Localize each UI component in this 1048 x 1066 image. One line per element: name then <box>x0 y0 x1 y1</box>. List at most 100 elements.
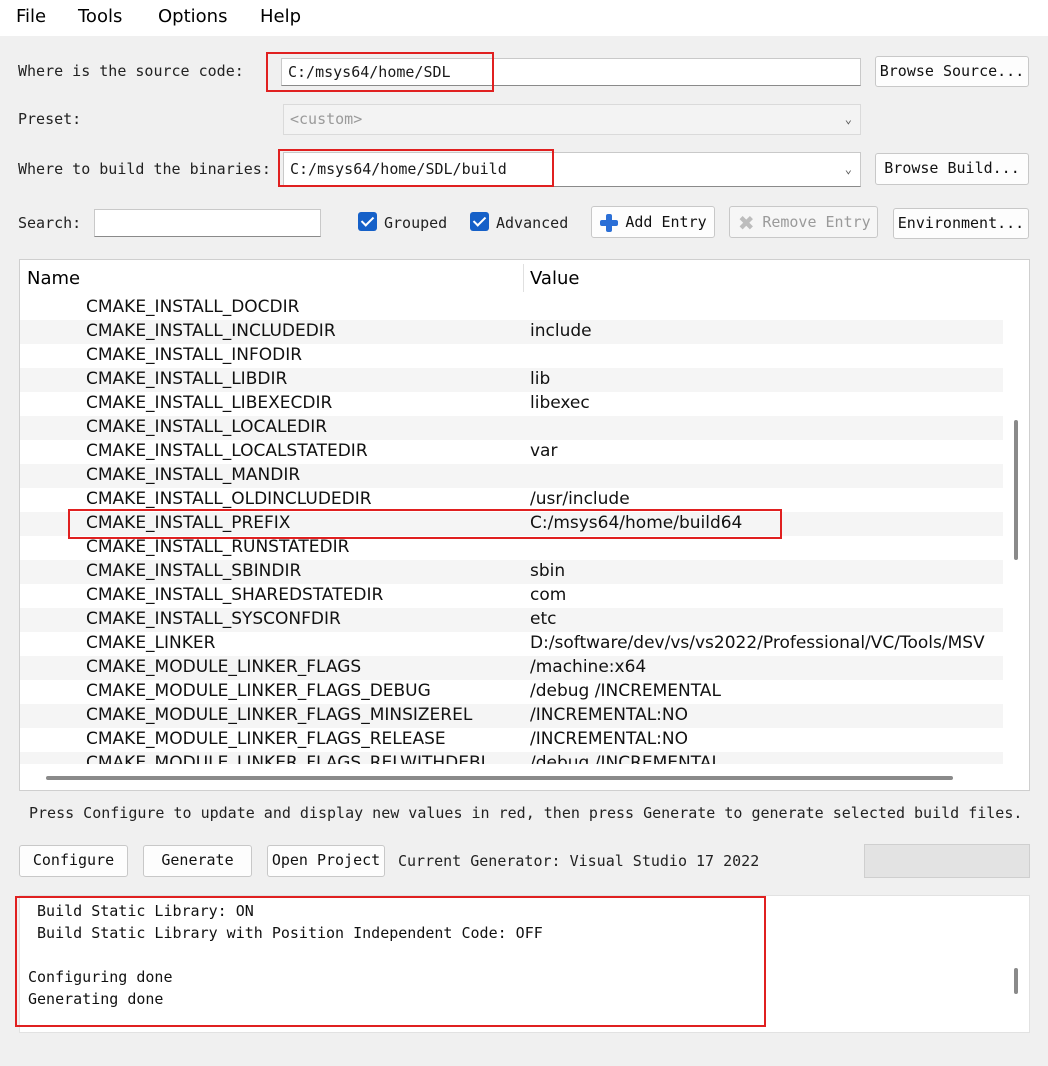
preset-value: <custom> <box>290 110 363 128</box>
log-line: Build Static Library: ON <box>28 902 254 920</box>
cell-name: CMAKE_MODULE_LINKER_FLAGS_MINSIZEREL <box>86 705 473 725</box>
build-path-select[interactable]: C:/msys64/home/SDL/build ⌄ <box>283 152 861 187</box>
menu-tools[interactable]: Tools <box>78 6 122 27</box>
table-rows: CMAKE_INSTALL_DOCDIR CMAKE_INSTALL_INCLUD… <box>20 296 1003 764</box>
cache-table: Name Value CMAKE_INSTALL_DOCDIR CMAKE_INS… <box>19 259 1030 791</box>
browse-build-button[interactable]: Browse Build... <box>875 153 1029 185</box>
add-entry-label: Add Entry <box>625 213 707 231</box>
cell-name: CMAKE_INSTALL_LIBEXECDIR <box>86 393 333 413</box>
table-row[interactable]: CMAKE_MODULE_LINKER_FLAGS/machine:x64 <box>20 656 1003 680</box>
open-project-button[interactable]: Open Project <box>267 845 385 877</box>
cell-name: CMAKE_INSTALL_MANDIR <box>86 465 301 485</box>
table-vertical-scrollbar[interactable] <box>1014 420 1018 560</box>
table-row[interactable]: CMAKE_INSTALL_OLDINCLUDEDIR/usr/include <box>20 488 1003 512</box>
table-header: Name Value <box>20 260 1029 296</box>
chevron-down-icon: ⌄ <box>844 112 852 126</box>
advanced-label: Advanced <box>496 214 569 232</box>
configure-button[interactable]: Configure <box>19 845 128 877</box>
cell-value[interactable]: etc <box>530 609 1003 629</box>
header-name[interactable]: Name <box>27 268 80 289</box>
log-horizontal-scrollbar[interactable] <box>46 1032 798 1033</box>
log-line: Build Static Library with Position Indep… <box>28 924 543 942</box>
table-row[interactable]: CMAKE_INSTALL_PREFIX C:/msys64/home/build… <box>20 512 1003 536</box>
cell-value[interactable]: libexec <box>530 393 1003 413</box>
add-entry-button[interactable]: Add Entry <box>591 206 715 238</box>
cell-value[interactable]: sbin <box>530 561 1003 581</box>
table-row[interactable]: CMAKE_INSTALL_SHAREDSTATEDIR com <box>20 584 1003 608</box>
grouped-checkbox[interactable] <box>358 212 377 231</box>
cell-name: CMAKE_MODULE_LINKER_FLAGS_RELEASE <box>86 729 446 749</box>
advanced-checkbox[interactable] <box>470 212 489 231</box>
cell-value[interactable]: com <box>530 585 1003 605</box>
table-row[interactable]: CMAKE_MODULE_LINKER_FLAGS_DEBUG/debug /I… <box>20 680 1003 704</box>
search-label: Search: <box>18 214 82 232</box>
preset-select[interactable]: <custom> ⌄ <box>283 104 861 135</box>
cell-value[interactable]: /machine:x64 <box>530 657 1003 677</box>
cell-value[interactable]: /INCREMENTAL:NO <box>530 705 1003 725</box>
table-row[interactable]: CMAKE_MODULE_LINKER_FLAGS_RELWITHDEBI/de… <box>20 752 1003 764</box>
remove-x-icon: ✖ <box>737 210 755 235</box>
search-input[interactable] <box>94 209 321 237</box>
table-row[interactable]: CMAKE_INSTALL_LIBDIR lib <box>20 368 1003 392</box>
table-horizontal-scrollbar[interactable] <box>46 776 953 780</box>
cell-value[interactable]: C:/msys64/home/build64 <box>530 513 1003 533</box>
log-vertical-scrollbar[interactable] <box>1014 968 1018 994</box>
hint-text: Press Configure to update and display ne… <box>29 804 1023 822</box>
table-row[interactable]: CMAKE_MODULE_LINKER_FLAGS_RELEASE/INCREM… <box>20 728 1003 752</box>
plus-icon <box>599 213 619 233</box>
table-row[interactable]: CMAKE_INSTALL_LOCALEDIR <box>20 416 1003 440</box>
table-row[interactable]: CMAKE_INSTALL_MANDIR <box>20 464 1003 488</box>
cell-value[interactable]: include <box>530 321 1003 341</box>
table-row[interactable]: CMAKE_MODULE_LINKER_FLAGS_MINSIZEREL/INC… <box>20 704 1003 728</box>
grouped-label: Grouped <box>384 214 448 232</box>
table-row[interactable]: CMAKE_LINKER D:/software/dev/vs/vs2022/Pr… <box>20 632 1003 656</box>
log-line: Configuring done <box>28 968 173 986</box>
table-row[interactable]: CMAKE_INSTALL_INCLUDEDIR include <box>20 320 1003 344</box>
source-path-input[interactable]: C:/msys64/home/SDL <box>281 58 861 86</box>
preset-label: Preset: <box>18 110 82 128</box>
cell-name: CMAKE_INSTALL_RUNSTATEDIR <box>86 537 350 557</box>
cell-name: CMAKE_INSTALL_DOCDIR <box>86 297 300 317</box>
output-log[interactable]: Build Static Library: ON Build Static Li… <box>19 895 1030 1033</box>
environment-button[interactable]: Environment... <box>893 208 1029 239</box>
source-label: Where is the source code: <box>18 62 244 80</box>
cell-name: CMAKE_INSTALL_INCLUDEDIR <box>86 321 336 341</box>
cell-name: CMAKE_MODULE_LINKER_FLAGS <box>86 657 362 677</box>
cell-value[interactable]: /INCREMENTAL:NO <box>530 729 1003 749</box>
cell-value[interactable]: D:/software/dev/vs/vs2022/Professional/V… <box>530 633 1003 653</box>
cell-name: CMAKE_INSTALL_PREFIX <box>86 513 291 533</box>
cell-name: CMAKE_INSTALL_SHAREDSTATEDIR <box>86 585 384 605</box>
table-row[interactable]: CMAKE_INSTALL_SYSCONFDIR etc <box>20 608 1003 632</box>
header-value[interactable]: Value <box>530 268 579 289</box>
browse-source-button[interactable]: Browse Source... <box>875 56 1029 87</box>
table-row[interactable]: CMAKE_INSTALL_LOCALSTATEDIR var <box>20 440 1003 464</box>
cell-value[interactable]: /usr/include <box>530 489 1003 509</box>
cell-value[interactable]: var <box>530 441 1003 461</box>
cell-name: CMAKE_MODULE_LINKER_FLAGS_DEBUG <box>86 681 431 701</box>
menu-options[interactable]: Options <box>158 6 227 27</box>
log-line: Generating done <box>28 990 164 1008</box>
table-row[interactable]: CMAKE_INSTALL_RUNSTATEDIR <box>20 536 1003 560</box>
menu-file[interactable]: File <box>16 6 46 27</box>
cell-name: CMAKE_INSTALL_INFODIR <box>86 345 303 365</box>
cell-name: CMAKE_INSTALL_LOCALEDIR <box>86 417 328 437</box>
cell-name: CMAKE_LINKER <box>86 633 216 653</box>
cell-value[interactable]: lib <box>530 369 1003 389</box>
table-row[interactable]: CMAKE_INSTALL_DOCDIR <box>20 296 1003 320</box>
generate-button[interactable]: Generate <box>143 845 252 877</box>
source-path-value: C:/msys64/home/SDL <box>288 63 451 81</box>
cell-value[interactable]: /debug /INCREMENTAL <box>530 753 1003 764</box>
cell-name: CMAKE_INSTALL_LIBDIR <box>86 369 288 389</box>
table-row[interactable]: CMAKE_INSTALL_SBINDIR sbin <box>20 560 1003 584</box>
build-label: Where to build the binaries: <box>18 160 271 178</box>
cell-name: CMAKE_INSTALL_SBINDIR <box>86 561 302 581</box>
cell-value[interactable]: /debug /INCREMENTAL <box>530 681 1003 701</box>
progress-bar <box>864 844 1030 878</box>
build-path-value: C:/msys64/home/SDL/build <box>290 160 507 178</box>
cell-name: CMAKE_INSTALL_SYSCONFDIR <box>86 609 341 629</box>
table-row[interactable]: CMAKE_INSTALL_LIBEXECDIR libexec <box>20 392 1003 416</box>
menu-help[interactable]: Help <box>260 6 301 27</box>
remove-entry-label: Remove Entry <box>762 213 871 231</box>
remove-entry-button[interactable]: ✖ Remove Entry <box>729 206 878 238</box>
table-row[interactable]: CMAKE_INSTALL_INFODIR <box>20 344 1003 368</box>
